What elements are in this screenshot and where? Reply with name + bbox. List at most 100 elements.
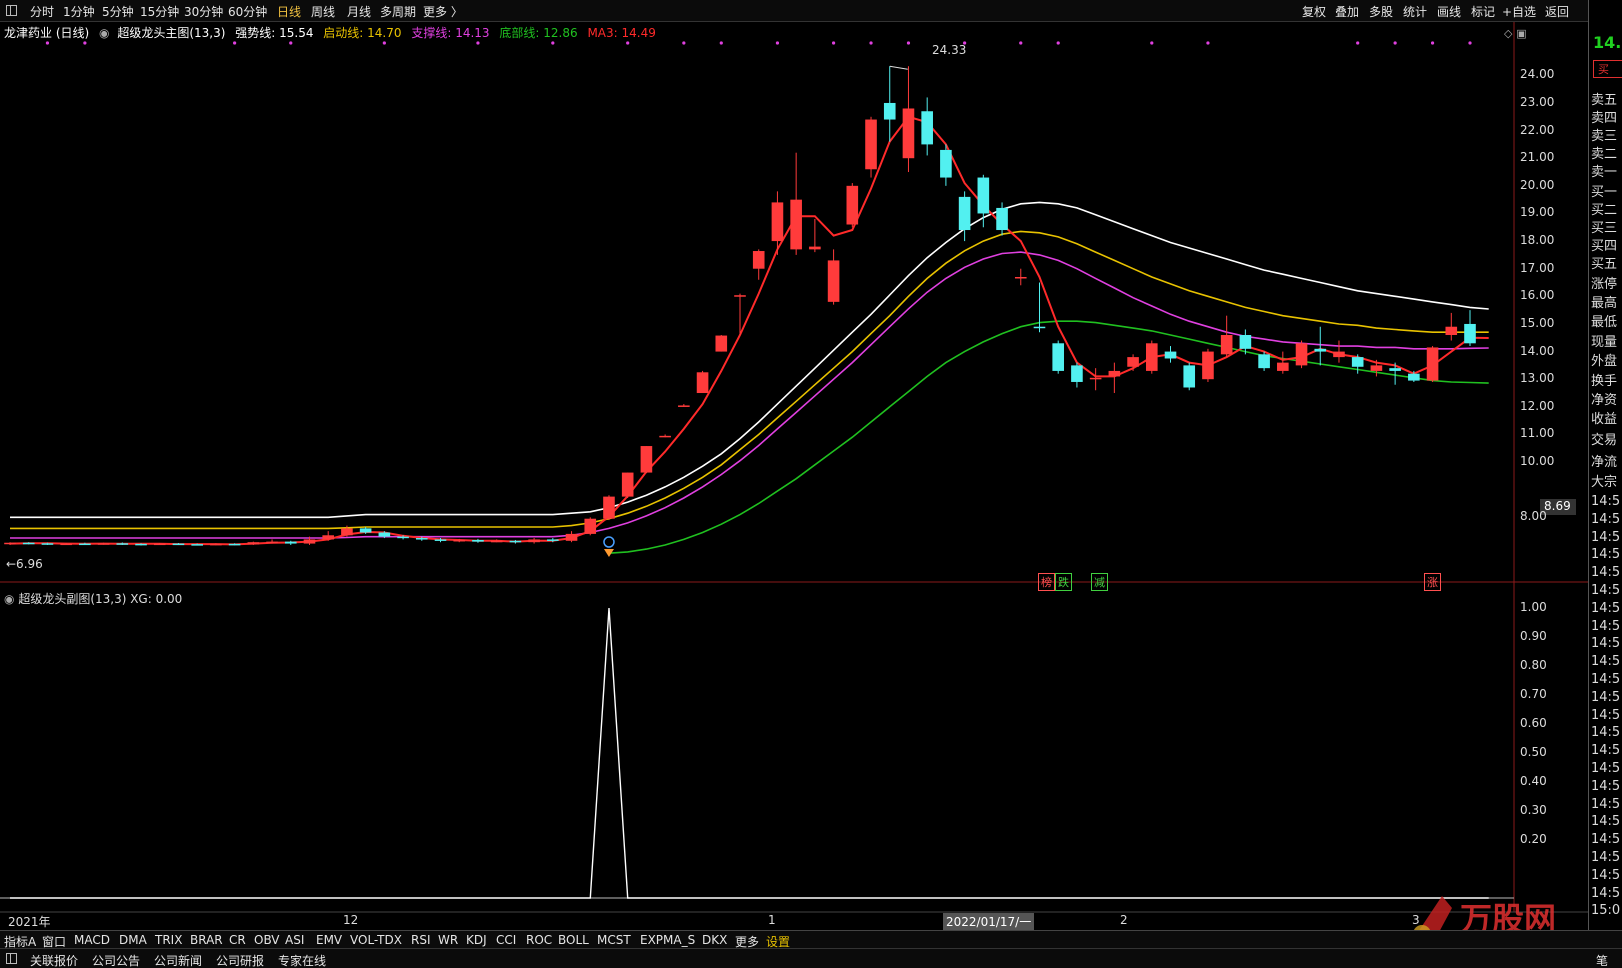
signal-dot [906,41,911,45]
candle-body [678,405,690,407]
window-icon[interactable]: ▣ [1516,27,1526,40]
tick-time: 14:5 [1591,618,1621,634]
signal-dot [45,41,50,45]
x-axis-label: 2022/01/17/一 [943,913,1035,930]
indicator-tab-7[interactable]: OBV [254,933,280,947]
candle-body [434,539,447,541]
indicator-tab-19[interactable]: DKX [702,933,727,947]
indicator-tab-4[interactable]: TRIX [155,933,182,947]
footer-link-2[interactable]: 公司新闻 [154,952,202,968]
candle [322,531,335,541]
candle-body [1408,373,1420,381]
candle-body [846,185,859,225]
candle [883,66,896,142]
tick-time: 14:5 [1591,778,1621,794]
y-tick-label: 22.00 [1520,122,1555,137]
sub-y-tick-label: 0.20 [1520,832,1547,846]
indicator-tab-12[interactable]: WR [438,933,458,947]
diamond-icon[interactable]: ◇ [1504,27,1512,40]
indicator-tab-13[interactable]: KDJ [466,933,487,947]
indicator-tab-16[interactable]: BOLL [558,933,589,947]
candle-body [827,260,840,302]
y-tick-label: 19.00 [1520,205,1555,220]
quote-label: 现量 [1591,335,1618,350]
candle-body [565,533,578,541]
indicator-tab-9[interactable]: EMV [316,933,342,947]
candle-body [1220,335,1233,355]
signal-dot [775,41,780,45]
y-tick-label: 12.00 [1520,398,1555,413]
indicator-tab-5[interactable]: BRAR [190,933,223,947]
signal-2: 减 [1091,573,1108,591]
candle-body [790,199,802,250]
y-tick-label: 20.00 [1520,177,1555,192]
tick-time: 14:5 [1591,600,1621,616]
signal-dot [719,41,723,45]
quote-price: 14. [1593,33,1622,52]
tick-time: 14:5 [1591,707,1621,723]
quote-label: 买三 [1591,221,1618,236]
indicator-tab-3[interactable]: DMA [119,933,147,947]
indicator-tab-8[interactable]: ASI [285,933,304,947]
indicator-tab-18[interactable]: EXPMA_S [640,933,695,947]
y-tick-label: 21.00 [1520,150,1555,165]
x-axis-label: 2 [1120,913,1128,927]
footer-link-1[interactable]: 公司公告 [92,952,140,968]
indicator-tab-10[interactable]: VOL-TDX [350,933,402,947]
candle [790,152,802,255]
indicator-tab-2[interactable]: MACD [74,933,110,947]
candle-body [4,542,16,545]
candle-body [116,543,129,545]
footer-panel-icon[interactable] [6,953,17,964]
quote-label: 净资 [1591,393,1618,408]
sub-indicator-label[interactable]: 超级龙头副图(13,3) XG: 0.00 [18,592,182,606]
chart-canvas[interactable] [0,0,1622,930]
footer-links-bar: 关联报价 公司公告 公司新闻 公司研报 专家在线 笔 [0,948,1622,968]
sub-y-tick-label: 0.30 [1520,803,1547,817]
y-tick-label: 18.00 [1520,233,1555,248]
y-tick-label: 23.00 [1520,94,1555,109]
candle [1108,362,1121,394]
candle [1014,268,1027,286]
candle [1258,351,1270,371]
candle [1220,315,1233,358]
indicator-tab-14[interactable]: CCI [496,933,516,947]
sub-y-tick-label: 1.00 [1520,600,1547,614]
candle [1333,340,1345,363]
sub-toggle-icon[interactable]: ◉ [4,592,14,606]
candle [771,191,784,255]
indicator-tab-15[interactable]: ROC [526,933,552,947]
buy-signal-icon [603,536,615,548]
indicator-tab-6[interactable]: CR [229,933,246,947]
quote-label: 卖五 [1591,93,1618,108]
tick-time: 14:5 [1591,689,1621,705]
indicator-tab-17[interactable]: MCST [597,933,631,947]
quote-label: 买二 [1591,203,1618,218]
quote-label: 涨停 [1591,277,1618,292]
signal-dot [682,41,686,45]
quote-label: 买五 [1591,257,1618,272]
candle-body [659,435,671,438]
tick-time: 14:5 [1591,743,1621,759]
candle-body [1314,348,1327,352]
signal-dot [1150,41,1154,45]
signal-3: 涨 [1424,573,1441,591]
signal-dot [869,41,873,45]
tick-time: 14:5 [1591,494,1621,509]
footer-link-0[interactable]: 关联报价 [30,952,78,968]
candle-body [1389,368,1401,371]
footer-link-3[interactable]: 公司研报 [216,952,264,968]
indicator-tab-11[interactable]: RSI [411,933,431,947]
signal-dot [551,41,555,45]
tick-time: 14:5 [1591,867,1621,883]
candle [1464,310,1476,347]
candle-body [528,539,540,543]
candle-body [752,251,765,269]
candle-body [1014,276,1027,279]
trade-button[interactable]: 买 [1593,60,1622,78]
candle-body [1071,365,1083,382]
signal-dot [1206,41,1210,45]
tick-time: 14:5 [1591,814,1621,830]
footer-link-4[interactable]: 专家在线 [278,952,326,968]
candle [1389,362,1401,385]
